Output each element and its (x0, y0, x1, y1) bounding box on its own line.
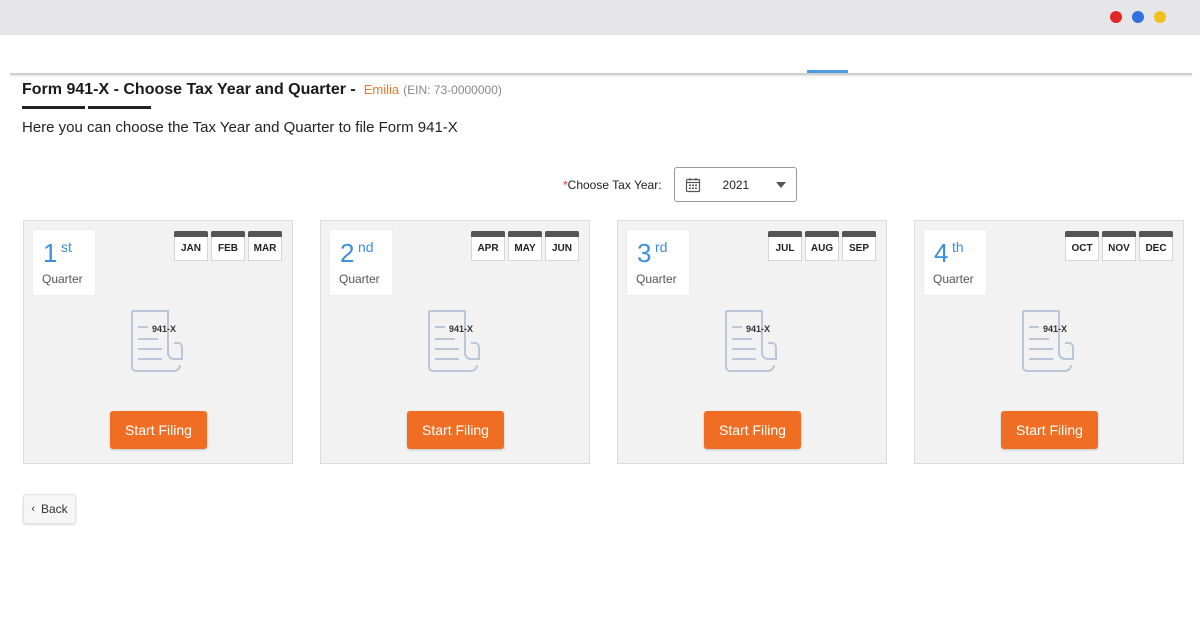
company-ein: (EIN: 73-0000000) (403, 83, 502, 97)
quarter-label: Quarter (636, 272, 677, 286)
form-document-icon: 941-X (1022, 310, 1074, 372)
month-calendar-icon: MAR (248, 231, 282, 261)
quarter-badge: 4 th Quarter (923, 229, 987, 296)
quarter-badge: 1 st Quarter (32, 229, 96, 296)
close-dot-icon[interactable] (1110, 11, 1122, 23)
start-filing-button-q1[interactable]: Start Filing (110, 411, 207, 449)
form-label: 941-X (449, 324, 473, 334)
quarter-suffix: rd (655, 239, 668, 255)
chevron-left-icon: ‹ (31, 503, 35, 515)
minimize-dot-icon[interactable] (1132, 11, 1144, 23)
month-calendar-icon: NOV (1102, 231, 1136, 261)
form-label: 941-X (746, 324, 770, 334)
quarter-badge: 3 rd Quarter (626, 229, 690, 296)
tax-year-select[interactable]: 2021 (673, 167, 797, 202)
page-content: Form 941-X - Choose Tax Year and Quarter… (0, 35, 1200, 625)
page-title: Form 941-X - Choose Tax Year and Quarter… (22, 81, 356, 98)
month-calendar-icon: JUN (545, 231, 579, 261)
title-underline-segment (88, 106, 151, 109)
page-subtitle: Here you can choose the Tax Year and Qua… (22, 119, 458, 136)
browser-title-bar (0, 0, 1200, 35)
start-filing-button-q3[interactable]: Start Filing (704, 411, 801, 449)
tax-year-label-text: Choose Tax Year: (567, 177, 662, 192)
maximize-dot-icon[interactable] (1154, 11, 1166, 23)
chevron-down-icon (775, 182, 786, 188)
form-label: 941-X (152, 324, 176, 334)
quarter-suffix: th (952, 239, 964, 255)
tax-year-row: *Choose Tax Year: 2021 (563, 167, 797, 202)
month-calendar-icon: JUL (768, 231, 802, 261)
form-document-icon: 941-X (131, 310, 183, 372)
calendar-icon (685, 177, 700, 192)
month-calendar-icon: FEB (211, 231, 245, 261)
month-calendar-icon: AUG (805, 231, 839, 261)
quarter-label: Quarter (933, 272, 974, 286)
quarter-months: JAN FEB MAR (174, 231, 282, 261)
quarter-suffix: st (61, 239, 72, 255)
window-controls (1110, 11, 1166, 23)
company-name: Emilia (363, 82, 400, 97)
form-document-icon: 941-X (725, 310, 777, 372)
quarter-card-2: 2 nd Quarter APR MAY JUN 941-X Start Fil… (320, 220, 590, 464)
month-calendar-icon: DEC (1139, 231, 1173, 261)
start-filing-button-q2[interactable]: Start Filing (407, 411, 504, 449)
quarter-number: 1 (43, 238, 58, 268)
quarter-number: 3 (637, 238, 652, 268)
tax-year-value: 2021 (722, 177, 750, 192)
form-document-icon: 941-X (428, 310, 480, 372)
back-button[interactable]: ‹ Back (23, 494, 76, 524)
quarter-months: OCT NOV DEC (1065, 231, 1173, 261)
page-title-row: Form 941-X - Choose Tax Year and Quarter… (22, 81, 502, 99)
quarter-cards: 1 st Quarter JAN FEB MAR 941-X Start Fil… (23, 220, 1184, 464)
month-calendar-icon: APR (471, 231, 505, 261)
title-underline-segment (22, 106, 85, 109)
month-calendar-icon: JAN (174, 231, 208, 261)
month-calendar-icon: OCT (1065, 231, 1099, 261)
quarter-number: 4 (934, 238, 949, 268)
quarter-suffix: nd (358, 239, 374, 255)
start-filing-button-q4[interactable]: Start Filing (1001, 411, 1098, 449)
quarter-number: 2 (340, 238, 355, 268)
quarter-months: APR MAY JUN (471, 231, 579, 261)
header-divider (10, 73, 1192, 75)
quarter-card-4: 4 th Quarter OCT NOV DEC 941-X Start Fil… (914, 220, 1184, 464)
quarter-badge: 2 nd Quarter (329, 229, 393, 296)
quarter-label: Quarter (42, 272, 83, 286)
active-tab-indicator (807, 70, 848, 73)
quarter-months: JUL AUG SEP (768, 231, 876, 261)
back-button-label: Back (40, 502, 68, 516)
quarter-card-1: 1 st Quarter JAN FEB MAR 941-X Start Fil… (23, 220, 293, 464)
month-calendar-icon: MAY (508, 231, 542, 261)
title-underline (22, 106, 151, 109)
tax-year-label: *Choose Tax Year: (563, 178, 662, 192)
month-calendar-icon: SEP (842, 231, 876, 261)
quarter-label: Quarter (339, 272, 380, 286)
quarter-card-3: 3 rd Quarter JUL AUG SEP 941-X Start Fil… (617, 220, 887, 464)
form-label: 941-X (1043, 324, 1067, 334)
